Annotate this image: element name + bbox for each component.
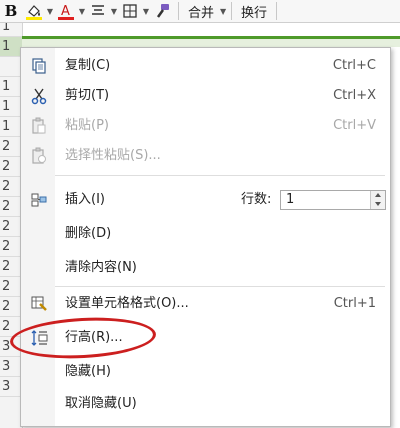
menu-item-format-cells[interactable]: 设置单元格格式(O)... Ctrl+1 (21, 289, 390, 319)
menu-item-copy[interactable]: 复制(C) Ctrl+C (21, 51, 390, 81)
menu-separator (55, 286, 385, 287)
menu-item-paste[interactable]: 粘贴(P) Ctrl+V (21, 111, 390, 141)
row-number[interactable]: 1 (0, 77, 22, 97)
paste-special-icon (32, 147, 46, 164)
fill-color-dropdown[interactable]: ▼ (46, 0, 54, 22)
row-number[interactable]: 1 (0, 117, 22, 137)
row-number[interactable]: 2 (0, 177, 22, 197)
menu-item-shortcut: Ctrl+X (333, 88, 376, 103)
menu-separator (55, 175, 385, 176)
align-button[interactable] (86, 0, 110, 22)
chevron-down-icon (375, 202, 381, 206)
menu-item-label: 清除内容(N) (65, 260, 137, 275)
chevron-up-icon (375, 193, 381, 197)
align-icon (92, 5, 104, 15)
toolbar-divider (178, 2, 179, 20)
format-painter-button[interactable] (150, 0, 174, 22)
format-painter-icon (156, 4, 169, 18)
menu-item-shortcut: Ctrl+V (333, 118, 376, 133)
menu-item-label: 选择性粘贴(S)... (65, 148, 161, 163)
menu-item-shortcut: Ctrl+C (332, 58, 376, 73)
cut-icon (31, 88, 47, 105)
border-dropdown[interactable]: ▼ (142, 0, 150, 22)
format-cells-icon (31, 296, 47, 311)
insert-rows-label: 行数: (241, 192, 272, 207)
menu-item-label: 剪切(T) (65, 88, 110, 103)
selected-row-border (22, 36, 400, 39)
merge-button[interactable]: 合并 (183, 0, 219, 22)
row-number[interactable]: 2 (0, 137, 22, 157)
toolbar-divider (276, 2, 278, 20)
border-icon (123, 4, 137, 18)
border-button[interactable] (118, 0, 142, 22)
merge-dropdown[interactable]: ▼ (219, 0, 227, 22)
menu-item-insert[interactable]: 插入(I) 行数: 1 (21, 185, 390, 215)
stepper-buttons (370, 191, 385, 209)
menu-item-label: 插入(I) (65, 192, 105, 207)
paste-icon (32, 117, 46, 134)
copy-icon (32, 58, 46, 74)
row-number[interactable]: 2 (0, 277, 22, 297)
row-number[interactable]: 2 (0, 237, 22, 257)
fill-color-button[interactable] (22, 0, 46, 22)
row-number[interactable]: 2 (0, 157, 22, 177)
wrap-text-button[interactable]: 换行 (236, 0, 272, 22)
row-number[interactable]: 2 (0, 217, 22, 237)
row-number-selected[interactable]: 1 (0, 37, 22, 57)
menu-item-label: 删除(D) (65, 226, 112, 241)
row-number[interactable]: 2 (0, 297, 22, 317)
menu-item-shortcut: Ctrl+1 (333, 296, 376, 311)
align-dropdown[interactable]: ▼ (110, 0, 118, 22)
menu-item-label: 设置单元格格式(O)... (65, 296, 189, 311)
menu-item-delete[interactable]: 删除(D) (21, 219, 390, 249)
row-number[interactable]: 2 (0, 257, 22, 277)
row-number[interactable]: 2 (0, 197, 22, 217)
fill-color-swatch (26, 17, 42, 20)
menu-item-cut[interactable]: 剪切(T) Ctrl+X (21, 81, 390, 111)
font-color-button[interactable]: A (54, 0, 78, 22)
row-number[interactable]: 3 (0, 377, 22, 397)
bold-button[interactable]: B (0, 0, 22, 22)
insert-rows-stepper[interactable]: 1 (280, 190, 386, 210)
menu-item-paste-special[interactable]: 选择性粘贴(S)... (21, 141, 390, 171)
font-color-swatch (58, 17, 74, 20)
menu-item-label: 粘贴(P) (65, 118, 109, 133)
row-number[interactable]: 1 (0, 97, 22, 117)
insert-rows-value[interactable]: 1 (286, 191, 294, 209)
menu-item-label: 复制(C) (65, 58, 111, 73)
row-number[interactable]: 3 (0, 357, 22, 377)
formatting-toolbar: B ▼ A ▼ ▼ ▼ 合并 ▼ 换行 (0, 0, 400, 23)
menu-item-label: 隐藏(H) (65, 364, 111, 379)
toolbar-divider (231, 2, 233, 20)
stepper-down-button[interactable] (371, 200, 385, 209)
selected-row-band (22, 39, 400, 47)
row-number[interactable] (0, 57, 22, 77)
menu-item-label: 取消隐藏(U) (65, 396, 137, 411)
menu-item-hide[interactable]: 隐藏(H) (21, 357, 390, 387)
font-color-dropdown[interactable]: ▼ (78, 0, 86, 22)
menu-item-clear-contents[interactable]: 清除内容(N) (21, 253, 390, 283)
menu-item-unhide[interactable]: 取消隐藏(U) (21, 389, 390, 419)
context-menu: 复制(C) Ctrl+C 剪切(T) Ctrl+X 粘贴(P) Ctrl+V 选… (20, 47, 391, 427)
insert-icon (31, 193, 47, 207)
